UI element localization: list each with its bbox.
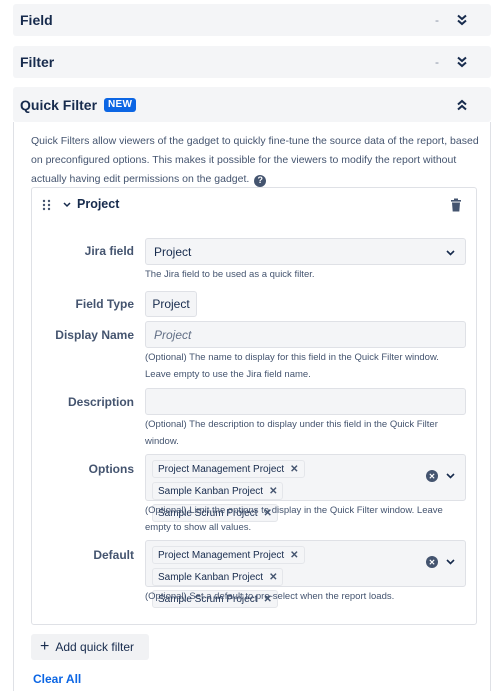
jira-field-label: Jira field: [84, 244, 134, 258]
chevron-down-icon[interactable]: [446, 250, 455, 256]
plus-icon: +: [40, 638, 50, 655]
jira-field-value: Project: [154, 245, 192, 259]
chevron-down-icon[interactable]: [63, 202, 71, 208]
field-type-value: Project: [145, 291, 197, 317]
trash-icon[interactable]: [450, 198, 462, 212]
display-name-label: Display Name: [55, 328, 134, 342]
field-type-label: Field Type: [75, 297, 134, 311]
options-multiselect[interactable]: Project Management Project ✕ Sample Kanb…: [145, 454, 466, 522]
add-quick-filter-label: Add quick filter: [55, 640, 135, 654]
display-name-input[interactable]: Project: [145, 321, 466, 348]
quick-filter-intro: Quick Filters allow viewers of the gadge…: [31, 132, 481, 189]
double-chevron-up-icon[interactable]: [455, 98, 469, 112]
remove-x-icon[interactable]: ✕: [290, 550, 298, 561]
default-label: Default: [93, 548, 134, 562]
default-tag: Sample Kanban Project ✕: [152, 568, 284, 586]
chevron-down-icon[interactable]: [446, 473, 455, 479]
quick-filter-section-title: Quick Filter: [20, 96, 98, 113]
description-label: Description: [67, 395, 134, 409]
default-tag-label: Sample Kanban Project: [158, 571, 264, 583]
display-name-help: (Optional) The name to display for this …: [145, 352, 439, 380]
options-tag: Sample Kanban Project ✕: [152, 482, 284, 500]
options-tag: Project Management Project ✕: [152, 460, 305, 478]
field-section-header[interactable]: Field -: [13, 4, 491, 36]
quick-filter-card: Project Jira field Project The Jira fiel…: [31, 187, 477, 625]
question-circle-icon[interactable]: ?: [254, 174, 267, 187]
remove-x-icon[interactable]: ✕: [269, 486, 277, 497]
default-multiselect[interactable]: Project Management Project ✕ Sample Kanb…: [145, 540, 466, 608]
options-label: Options: [88, 462, 134, 476]
field-section-dash: -: [435, 13, 439, 27]
remove-x-icon[interactable]: ✕: [290, 464, 298, 475]
quick-filter-panel: Quick Filters allow viewers of the gadge…: [13, 122, 491, 691]
options-help: (Optional) Limit the options to display …: [145, 505, 443, 533]
jira-field-help: The Jira field to be used as a quick fil…: [145, 269, 315, 280]
default-tag: Project Management Project ✕: [152, 546, 305, 564]
quick-filter-card-title: Project: [77, 197, 120, 211]
display-name-placeholder: Project: [154, 328, 192, 342]
description-help: (Optional) The description to display un…: [145, 419, 438, 447]
clear-circle-icon[interactable]: ✕: [426, 470, 438, 482]
description-input[interactable]: [145, 388, 466, 415]
drag-handle-icon[interactable]: [42, 199, 51, 211]
jira-field-select[interactable]: Project: [145, 238, 466, 265]
clear-circle-icon[interactable]: ✕: [426, 556, 438, 568]
quick-filter-card-header: Project: [32, 188, 476, 222]
filter-section-dash: -: [435, 55, 439, 69]
chevron-down-icon[interactable]: [446, 559, 455, 565]
filter-section-title: Filter: [20, 54, 55, 70]
options-tag-label: Project Management Project: [158, 463, 285, 475]
double-chevron-down-icon[interactable]: [455, 55, 469, 69]
add-quick-filter-button[interactable]: + Add quick filter: [31, 634, 149, 660]
options-tag-label: Sample Kanban Project: [158, 485, 264, 497]
double-chevron-down-icon[interactable]: [455, 13, 469, 27]
remove-x-icon[interactable]: ✕: [269, 572, 277, 583]
quick-filter-section-header[interactable]: Quick Filter NEW: [13, 87, 491, 122]
default-tag-label: Project Management Project: [158, 549, 285, 561]
default-help: (Optional) Set a default to pre-select w…: [145, 591, 395, 602]
filter-section-header[interactable]: Filter -: [13, 46, 491, 78]
clear-all-link[interactable]: Clear All: [33, 672, 81, 686]
new-badge: NEW: [104, 97, 137, 112]
field-section-title: Field: [20, 12, 53, 28]
